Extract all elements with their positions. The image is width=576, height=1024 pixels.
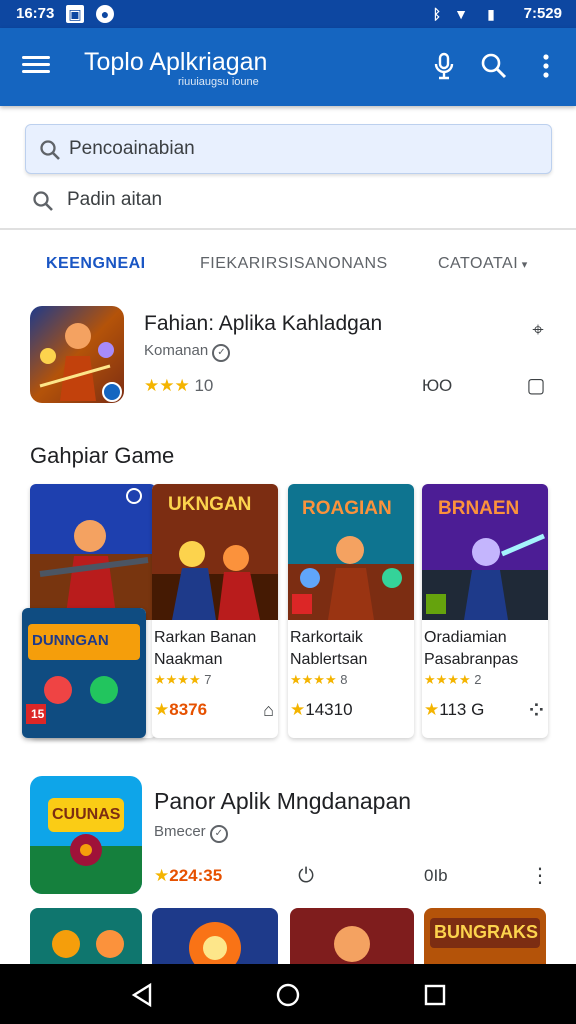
system-nav-bar xyxy=(0,964,576,1024)
star-icon: ★ xyxy=(154,700,170,719)
game-card-count-value: 113 G xyxy=(439,700,485,719)
share-icon[interactable]: ⌖ xyxy=(526,318,550,342)
bottom-app-rating: ★224:35 xyxy=(154,866,222,886)
game-card-count-value: 8376 xyxy=(169,700,208,719)
featured-rating-value: 10 xyxy=(194,376,214,395)
game-card-art: ROAGIAN xyxy=(288,484,414,620)
back-icon[interactable] xyxy=(130,982,156,1008)
image-icon: ▣ xyxy=(66,5,84,23)
divider xyxy=(0,228,576,230)
menu-icon[interactable] xyxy=(22,52,50,80)
star-icon: ★★★ xyxy=(144,376,190,395)
search-placeholder: Pencoainabian xyxy=(69,138,195,159)
more-vert-icon[interactable] xyxy=(530,50,562,82)
app-title: Toplo Aplkriagan xyxy=(84,48,268,76)
bottom-app-art-label: CUUNAS xyxy=(52,806,121,823)
game-card-stars: ★★★★ 7 xyxy=(154,672,211,688)
tab-catalog[interactable]: CATOATAI ▾ xyxy=(438,255,528,273)
game-card[interactable]: ROAGIAN Rarkortaik Nablertsan ★★★★ 8 ★14… xyxy=(288,484,414,738)
bottom-row-art-label: BUNGRAKS xyxy=(434,922,539,942)
search-suggestion-text: Padin aitan xyxy=(67,189,163,210)
game-card-rating: 8 xyxy=(340,672,348,687)
bottom-app-developer: Bmecer ✓ xyxy=(154,823,228,843)
install-icon[interactable]: ▢ xyxy=(524,374,548,398)
search-bar[interactable]: Pencoainabian xyxy=(25,124,552,174)
verified-icon: ✓ xyxy=(209,825,228,843)
tab-categories[interactable]: FIEKARIRSISANONANS xyxy=(200,255,388,273)
search-icon xyxy=(33,191,53,211)
timer-icon[interactable]: ⏻ xyxy=(294,864,318,888)
star-icon: ★ xyxy=(154,866,170,885)
game-card-rating: 2 xyxy=(474,672,482,687)
bookmark-icon[interactable]: ⌂ xyxy=(263,700,274,721)
notification-icon: ● xyxy=(96,5,114,23)
chevron-down-icon: ▾ xyxy=(518,259,528,271)
game-card-count-value: 14310 xyxy=(305,700,353,719)
bottom-app-action[interactable]: 0Ib xyxy=(424,866,448,886)
game-card-count: ★8376 xyxy=(154,700,207,720)
search-suggestion[interactable]: Padin aitan xyxy=(25,180,552,222)
search-icon[interactable] xyxy=(478,50,510,82)
game-card-title: Rarkortaik Nablertsan xyxy=(290,629,368,668)
game-card-count: ★14310 xyxy=(290,700,353,720)
bottom-row-thumb[interactable]: BUNGRAKS xyxy=(424,908,546,968)
screen: { "status_bar": { "time_left": "16:73", … xyxy=(0,0,576,1024)
featured-rating: ★★★ 10 xyxy=(144,376,213,396)
recents-icon[interactable] xyxy=(422,982,448,1008)
game-card-rating: 7 xyxy=(204,672,212,687)
app-subtitle: riuuiaugsu ioune xyxy=(178,76,259,88)
bottom-app-rating-value: 224:35 xyxy=(169,866,223,885)
game-card-art xyxy=(30,484,156,620)
game-card-stars: ★★★★ 8 xyxy=(290,672,347,688)
game-card-art-label: UKNGAN xyxy=(168,494,252,515)
section-title: Gahpiar Game xyxy=(30,443,175,468)
wifi-icon: ▼ xyxy=(454,6,468,22)
bluetooth-icon: ᛒ xyxy=(432,6,442,22)
more-vert-icon[interactable]: ⋮ xyxy=(528,864,552,888)
overlay-badge: 15 xyxy=(31,707,45,721)
status-bar: 16:73 ▣ ● ᛒ ▼ ▮ 7:529 xyxy=(0,0,576,28)
bottom-developer-name: Bmecer xyxy=(154,823,206,840)
home-icon[interactable] xyxy=(275,982,301,1008)
more-dots-icon[interactable]: ⁘ xyxy=(529,700,544,721)
status-time: 16:73 xyxy=(16,5,55,22)
bottom-app-icon[interactable]: CUUNAS xyxy=(30,776,142,894)
featured-developer-name: Komanan xyxy=(144,342,209,359)
game-card-title: Rarkan Banan Naakman xyxy=(154,629,257,668)
game-card[interactable]: UKNGAN Rarkan Banan Naakman ★★★★ 7 ★8376… xyxy=(152,484,278,738)
game-card-art-label: BRNAEN xyxy=(438,498,520,519)
mic-icon[interactable] xyxy=(428,50,460,82)
game-card[interactable]: BRNAEN Oradiamian Pasabranpas ★★★★ 2 ★11… xyxy=(422,484,548,738)
bottom-row-thumb[interactable] xyxy=(30,908,142,968)
game-card-art: UKNGAN xyxy=(152,484,278,620)
bottom-app-title[interactable]: Panor Aplik Mngdanapan xyxy=(154,788,411,815)
app-bar: Toplo Aplkriagan riuuiaugsu ioune xyxy=(0,28,576,106)
game-card-art: BRNAEN xyxy=(422,484,548,620)
featured-app-developer: Komanan ✓ xyxy=(144,342,231,362)
tab-catalog-label: CATOATAI xyxy=(438,255,519,272)
search-icon xyxy=(40,140,60,160)
tab-featured[interactable]: KEENGNEAI xyxy=(46,255,146,273)
verified-icon: ✓ xyxy=(212,344,231,362)
star-icon: ★ xyxy=(290,700,306,719)
star-icon: ★★★★ xyxy=(424,672,471,687)
game-card-art-label: ROAGIAN xyxy=(302,498,392,519)
star-icon: ★★★★ xyxy=(154,672,201,687)
game-card-stars: ★★★★ 2 xyxy=(424,672,481,688)
star-icon: ★★★★ xyxy=(290,672,337,687)
featured-action[interactable]: ЮО xyxy=(422,376,452,396)
featured-app-title[interactable]: Fahian: Aplika Kahladgan xyxy=(144,312,382,336)
battery-icon: ▮ xyxy=(487,6,495,22)
bottom-row-thumb[interactable] xyxy=(152,908,278,968)
bottom-row-thumb[interactable] xyxy=(290,908,414,968)
overlay-art-label: DUNNGAN xyxy=(32,632,109,649)
status-time-right: 7:529 xyxy=(523,5,562,22)
star-icon: ★ xyxy=(424,700,440,719)
game-card-title: Oradiamian Pasabranpas xyxy=(424,629,519,668)
game-card-overlay[interactable]: DUNNGAN 15 xyxy=(22,608,146,738)
game-card-count: ★113 G xyxy=(424,700,484,720)
featured-app-icon[interactable] xyxy=(30,306,124,403)
